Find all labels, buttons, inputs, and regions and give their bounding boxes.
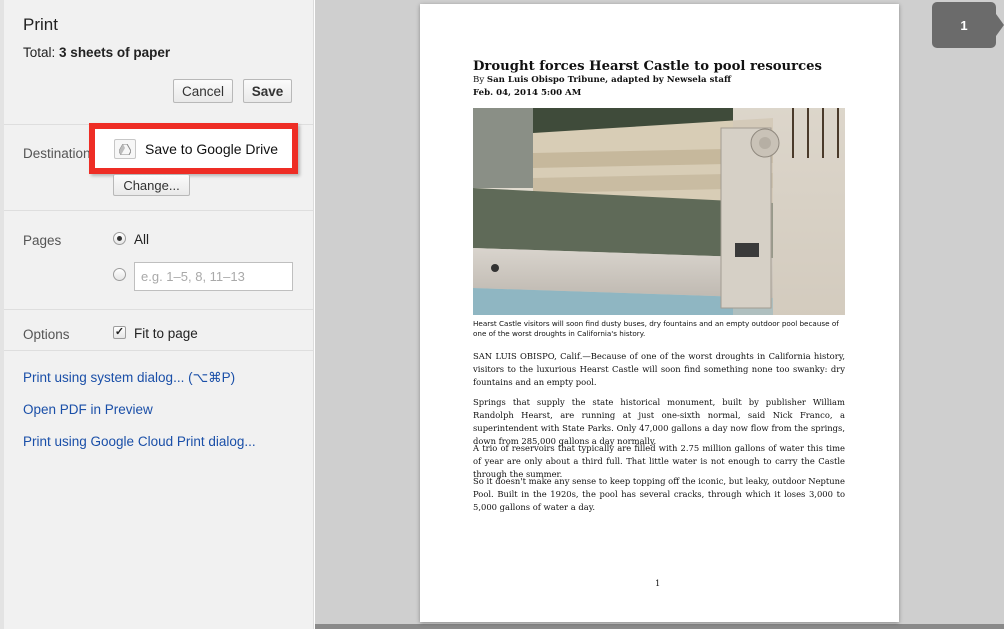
pages-all-radio[interactable] — [113, 232, 126, 245]
print-settings-panel: Print Total: 3 sheets of paper Cancel Sa… — [0, 0, 314, 629]
dialog-title: Print — [23, 15, 58, 34]
preview-bottom-strip — [315, 624, 1004, 629]
open-pdf-preview-link[interactable]: Open PDF in Preview — [23, 402, 153, 417]
byline-source: San Luis Obispo Tribune, adapted by News… — [486, 75, 732, 85]
article-paragraph: SAN LUIS OBISPO, Calif.—Because of one o… — [473, 351, 845, 387]
google-drive-icon — [114, 139, 136, 159]
badge-pointer — [996, 14, 1004, 36]
page-number: 1 — [655, 578, 661, 588]
pages-range-input[interactable] — [134, 262, 293, 291]
total-value: 3 sheets of paper — [59, 45, 171, 60]
article-date: Feb. 04, 2014 5:00 AM — [473, 88, 582, 98]
options-label: Options — [23, 327, 70, 342]
cancel-button[interactable]: Cancel — [173, 79, 233, 103]
sheet-total: Total: 3 sheets of paper — [23, 45, 170, 60]
fit-to-page-checkbox[interactable]: ✓ — [113, 326, 126, 339]
change-destination-button[interactable]: Change... — [113, 174, 190, 196]
panel-edge — [0, 0, 4, 629]
divider — [4, 210, 313, 211]
article-paragraph: Springs that supply the state historical… — [473, 397, 845, 446]
article-byline: By San Luis Obispo Tribune, adapted by N… — [473, 75, 731, 85]
article-paragraph: So it doesn't make any sense to keep top… — [473, 476, 845, 512]
total-label: Total: — [23, 45, 56, 60]
destination-label: Destination — [23, 146, 91, 161]
article-photo — [473, 108, 845, 315]
fit-to-page-label[interactable]: Fit to page — [134, 326, 198, 341]
cloud-print-dialog-link[interactable]: Print using Google Cloud Print dialog... — [23, 434, 256, 449]
page-number-badge: 1 — [932, 2, 996, 48]
pages-label: Pages — [23, 233, 62, 248]
destination-name[interactable]: Save to Google Drive — [145, 141, 278, 157]
article-title: Drought forces Hearst Castle to pool res… — [473, 59, 822, 74]
pages-all-label[interactable]: All — [134, 232, 149, 247]
save-button[interactable]: Save — [243, 79, 292, 103]
divider — [4, 350, 313, 351]
divider — [4, 309, 313, 310]
byline-prefix: By — [473, 75, 485, 85]
system-dialog-link[interactable]: Print using system dialog... (⌥⌘P) — [23, 370, 235, 386]
photo-caption: Hearst Castle visitors will soon find du… — [473, 319, 839, 338]
pages-custom-radio[interactable] — [113, 268, 126, 281]
